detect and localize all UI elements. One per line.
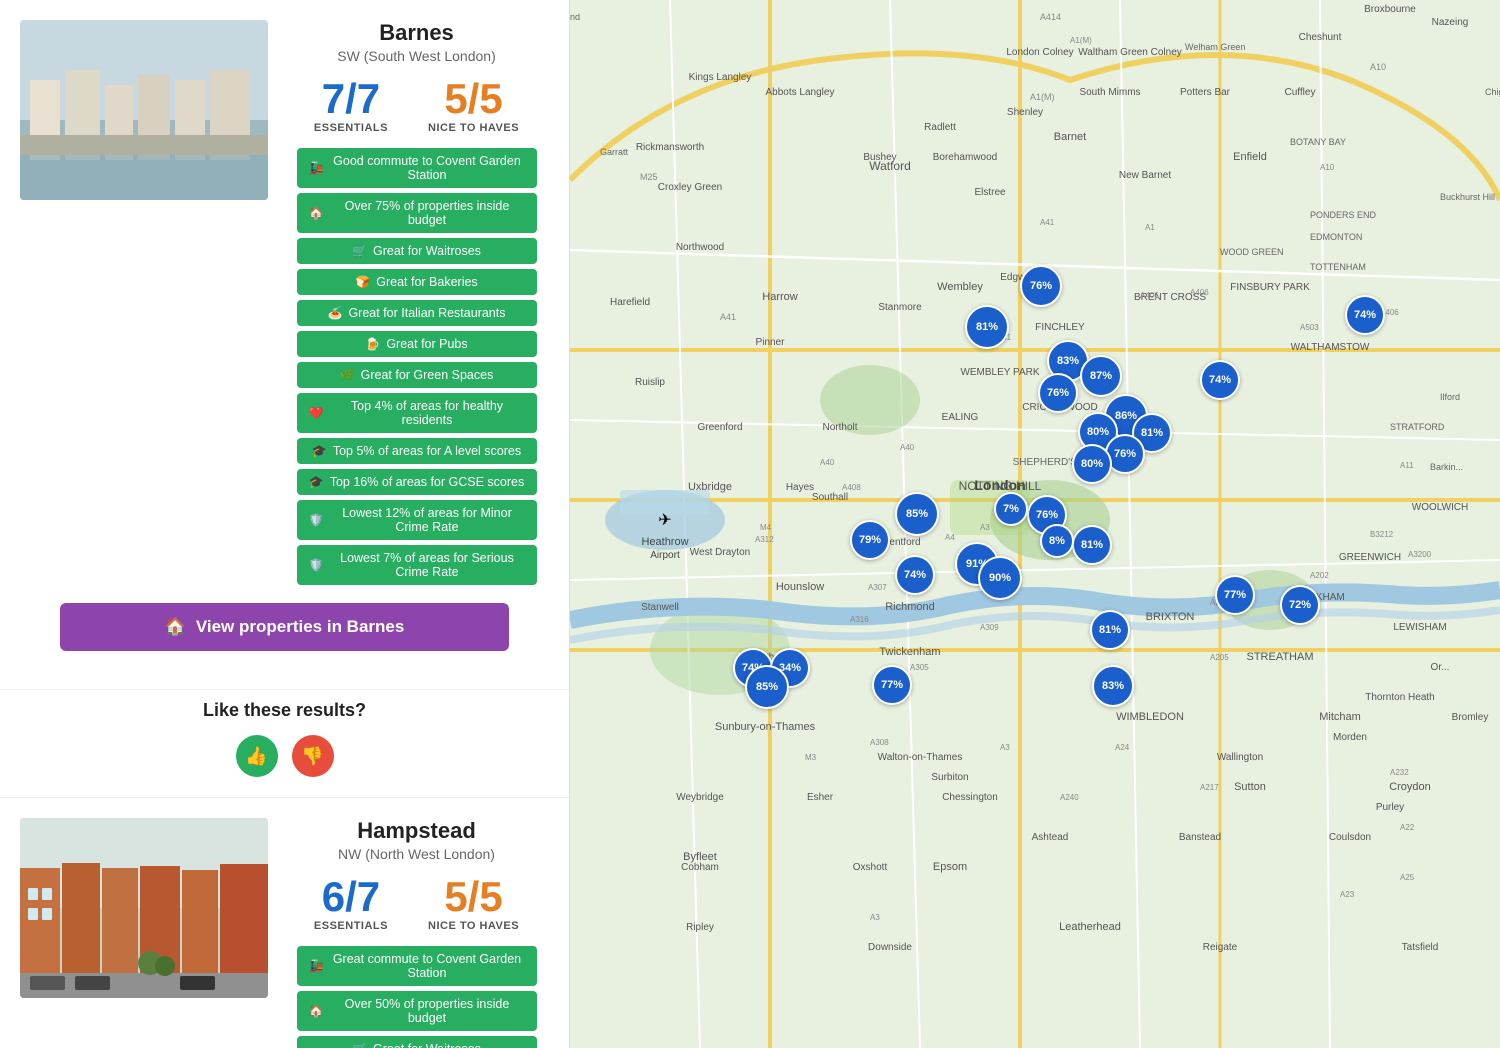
train2-icon: 🚂 bbox=[309, 959, 324, 973]
barnes-info: Barnes SW (South West London) 7/7 ESSENT… bbox=[284, 20, 549, 585]
badge-bakeries: 🍞 Great for Bakeries bbox=[297, 269, 537, 295]
bubble-76-mid[interactable]: 76% bbox=[1038, 373, 1078, 413]
bubble-74-sw[interactable]: 74% bbox=[895, 555, 935, 595]
hampstead-essentials-score: 6/7 bbox=[314, 876, 388, 918]
pasta-icon: 🍝 bbox=[328, 306, 343, 320]
bubble-81-sw[interactable]: 81% bbox=[1090, 610, 1130, 650]
badge-green: 🌿 Great for Green Spaces bbox=[297, 362, 537, 388]
bubble-90[interactable]: 90% bbox=[978, 556, 1022, 600]
shield2-icon: 🛡️ bbox=[309, 558, 324, 572]
barnes-subtitle: SW (South West London) bbox=[284, 48, 549, 64]
like-title: Like these results? bbox=[20, 700, 549, 721]
badge-serious-crime: 🛡️ Lowest 7% of areas for Serious Crime … bbox=[297, 545, 537, 585]
bubble-77[interactable]: 77% bbox=[1215, 575, 1255, 615]
bubble-79[interactable]: 79% bbox=[850, 520, 890, 560]
badge-pubs: 🍺 Great for Pubs bbox=[297, 331, 537, 357]
badge-healthy: ❤️ Top 4% of areas for healthy residents bbox=[297, 393, 537, 433]
barnes-image bbox=[20, 20, 268, 200]
barnes-name: Barnes bbox=[284, 20, 549, 46]
bubble-81-s[interactable]: 81% bbox=[1072, 525, 1112, 565]
bubble-77-s[interactable]: 77% bbox=[872, 665, 912, 705]
bubble-87[interactable]: 87% bbox=[1080, 355, 1122, 397]
hampstead-badge-budget: 🏠 Over 50% of properties inside budget bbox=[297, 991, 537, 1031]
bubble-80-lower[interactable]: 80% bbox=[1072, 444, 1112, 484]
hampstead-essentials-block: 6/7 ESSENTIALS bbox=[314, 876, 388, 932]
hampstead-card: Hampstead NW (North West London) 6/7 ESS… bbox=[0, 798, 569, 1048]
barnes-badges: 🚂 Good commute to Covent Garden Station … bbox=[284, 148, 549, 585]
cart-icon: 🛒 bbox=[352, 244, 367, 258]
hampstead-badge-waitrose: 🛒 Great for Waitroses bbox=[297, 1036, 537, 1048]
grad-icon: 🎓 bbox=[312, 444, 327, 458]
map-panel[interactable]: London Watford Barnet Enfield Harrow Wem… bbox=[570, 0, 1500, 1048]
view-properties-barnes-button[interactable]: 🏠 View properties in Barnes bbox=[60, 603, 510, 651]
thumbs-up-button[interactable]: 👍 bbox=[236, 735, 278, 777]
barnes-nice-label: NICE TO HAVES bbox=[428, 122, 519, 134]
badge-gcse: 🎓 Top 16% of areas for GCSE scores bbox=[297, 469, 537, 495]
barnes-essentials-block: 7/7 ESSENTIALS bbox=[314, 78, 388, 134]
bubble-76-finchley[interactable]: 76% bbox=[1020, 265, 1062, 307]
bubble-7[interactable]: 7% bbox=[994, 492, 1028, 526]
bubble-81[interactable]: 81% bbox=[965, 305, 1009, 349]
hampstead-nice-block: 5/5 NICE TO HAVES bbox=[428, 876, 519, 932]
train-icon: 🚂 bbox=[309, 161, 324, 175]
badge-waitrose: 🛒 Great for Waitroses bbox=[297, 238, 537, 264]
bubble-74-mid[interactable]: 74% bbox=[1200, 360, 1240, 400]
bubble-85[interactable]: 85% bbox=[895, 492, 939, 536]
hampstead-name: Hampstead bbox=[284, 818, 549, 844]
badge-budget: 🏠 Over 75% of properties inside budget bbox=[297, 193, 537, 233]
barnes-essentials-label: ESSENTIALS bbox=[314, 122, 388, 134]
heart-icon: ❤️ bbox=[309, 406, 324, 420]
home2-icon: 🏠 bbox=[309, 1004, 324, 1018]
hampstead-nice-label: NICE TO HAVES bbox=[428, 920, 519, 932]
left-panel: Barnes SW (South West London) 7/7 ESSENT… bbox=[0, 0, 570, 1048]
barnes-nice-score: 5/5 bbox=[428, 78, 519, 120]
bubble-83-s[interactable]: 83% bbox=[1092, 665, 1134, 707]
hampstead-subtitle: NW (North West London) bbox=[284, 846, 549, 862]
like-section: Like these results? 👍 👎 bbox=[0, 690, 569, 798]
hampstead-nice-score: 5/5 bbox=[428, 876, 519, 918]
like-buttons: 👍 👎 bbox=[20, 735, 549, 777]
barnes-essentials-score: 7/7 bbox=[314, 78, 388, 120]
bread-icon: 🍞 bbox=[355, 275, 370, 289]
bubble-74-east[interactable]: 74% bbox=[1345, 295, 1385, 335]
barnes-nice-block: 5/5 NICE TO HAVES bbox=[428, 78, 519, 134]
hampstead-badges: 🚂 Great commute to Covent Garden Station… bbox=[284, 946, 549, 1048]
bubble-72[interactable]: 72% bbox=[1280, 585, 1320, 625]
hampstead-info: Hampstead NW (North West London) 6/7 ESS… bbox=[284, 818, 549, 1048]
badge-italian: 🍝 Great for Italian Restaurants bbox=[297, 300, 537, 326]
beer-icon: 🍺 bbox=[365, 337, 380, 351]
cart2-icon: 🛒 bbox=[352, 1042, 367, 1048]
bubble-8[interactable]: 8% bbox=[1040, 524, 1074, 558]
bubble-85-s[interactable]: 85% bbox=[745, 665, 789, 709]
barnes-card: Barnes SW (South West London) 7/7 ESSENT… bbox=[0, 0, 569, 690]
hampstead-image bbox=[20, 818, 268, 998]
grad2-icon: 🎓 bbox=[309, 475, 324, 489]
hampstead-badge-commute: 🚂 Great commute to Covent Garden Station bbox=[297, 946, 537, 986]
badge-minor-crime: 🛡️ Lowest 12% of areas for Minor Crime R… bbox=[297, 500, 537, 540]
hampstead-scores: 6/7 ESSENTIALS 5/5 NICE TO HAVES bbox=[284, 876, 549, 932]
home-icon: 🏠 bbox=[309, 206, 324, 220]
badge-alevel: 🎓 Top 5% of areas for A level scores bbox=[297, 438, 537, 464]
shield-icon: 🛡️ bbox=[309, 513, 324, 527]
home-btn-icon: 🏠 bbox=[165, 617, 186, 637]
badge-commute: 🚂 Good commute to Covent Garden Station bbox=[297, 148, 537, 188]
leaf-icon: 🌿 bbox=[340, 368, 355, 382]
map-bubbles-container: 76% 81% 74% 83% 87% 76% 74% 86% 80% 81% … bbox=[570, 0, 1500, 1048]
thumbs-down-button[interactable]: 👎 bbox=[292, 735, 334, 777]
barnes-scores: 7/7 ESSENTIALS 5/5 NICE TO HAVES bbox=[284, 78, 549, 134]
hampstead-essentials-label: ESSENTIALS bbox=[314, 920, 388, 932]
